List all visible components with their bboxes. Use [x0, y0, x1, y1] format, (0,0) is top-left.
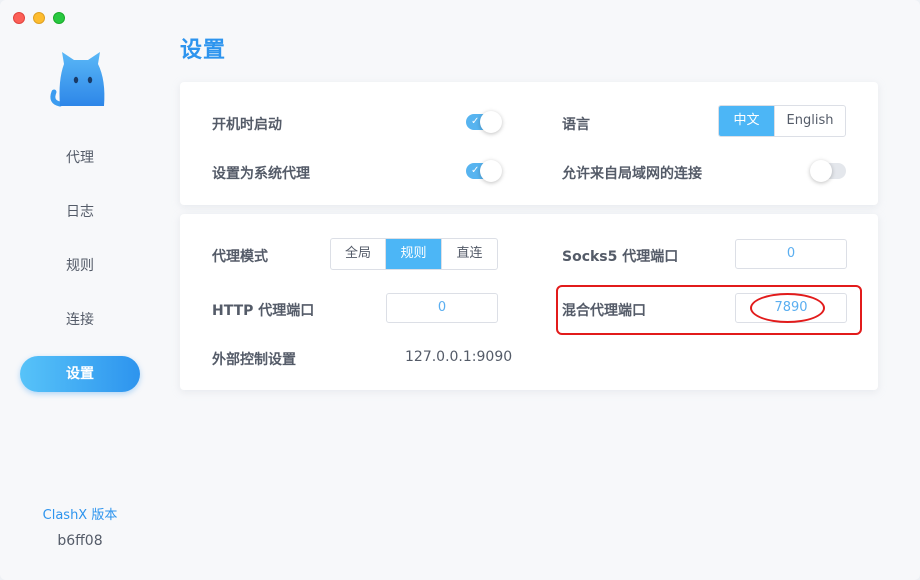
check-icon: ✓ — [471, 165, 480, 176]
system-proxy-label: 设置为系统代理 — [212, 166, 310, 182]
clashx-window: 代理 日志 规则 连接 设置 ClashX 版本 b6ff08 设置 开机时启动… — [0, 0, 920, 580]
language-option-chinese[interactable]: 中文 — [719, 106, 775, 136]
proxy-mode-rule[interactable]: 规则 — [386, 239, 442, 269]
http-port-label: HTTP 代理端口 — [212, 303, 315, 319]
external-controller-label: 外部控制设置 — [212, 352, 296, 368]
sidebar-item-settings[interactable]: 设置 — [20, 356, 140, 392]
version-value: b6ff08 — [57, 533, 103, 549]
proxy-mode-direct[interactable]: 直连 — [442, 239, 497, 269]
sidebar-item-logs[interactable]: 日志 — [20, 194, 140, 230]
sidebar-item-proxy[interactable]: 代理 — [20, 140, 140, 176]
toggle-knob — [480, 160, 502, 182]
external-controller-value: 127.0.0.1:9090 — [405, 349, 513, 365]
check-icon: ✓ — [471, 116, 480, 127]
page-title: 设置 — [180, 38, 227, 63]
allow-lan-toggle[interactable] — [810, 160, 846, 182]
system-proxy-toggle[interactable]: ✓ — [466, 160, 502, 182]
sidebar-item-connections[interactable]: 连接 — [20, 302, 140, 338]
sidebar-nav: 代理 日志 规则 连接 设置 — [20, 140, 140, 410]
language-segmented-control: 中文 English — [718, 105, 846, 137]
annotation-ellipse — [750, 293, 825, 323]
toggle-knob — [810, 160, 832, 182]
sidebar-item-rules[interactable]: 规则 — [20, 248, 140, 284]
sidebar: 代理 日志 规则 连接 设置 ClashX 版本 b6ff08 — [0, 0, 160, 580]
allow-lan-label: 允许来自局域网的连接 — [562, 166, 702, 182]
proxy-mode-segmented-control: 全局 规则 直连 — [330, 238, 498, 270]
cat-logo-icon — [50, 52, 105, 107]
toggle-knob — [480, 111, 502, 133]
proxy-mode-label: 代理模式 — [212, 249, 268, 265]
launch-at-login-toggle[interactable]: ✓ — [466, 111, 502, 133]
language-option-english[interactable]: English — [775, 106, 845, 136]
language-label: 语言 — [562, 117, 590, 133]
version-label: ClashX 版本 — [42, 508, 118, 523]
proxy-mode-global[interactable]: 全局 — [331, 239, 386, 269]
http-port-field[interactable]: 0 — [386, 293, 498, 323]
socks5-port-label: Socks5 代理端口 — [562, 249, 679, 265]
general-settings-card: 开机时启动 ✓ 设置为系统代理 ✓ 语言 中文 English 允许来自局域网的… — [180, 82, 878, 205]
socks5-port-field[interactable]: 0 — [735, 239, 847, 269]
launch-at-login-label: 开机时启动 — [212, 117, 282, 133]
